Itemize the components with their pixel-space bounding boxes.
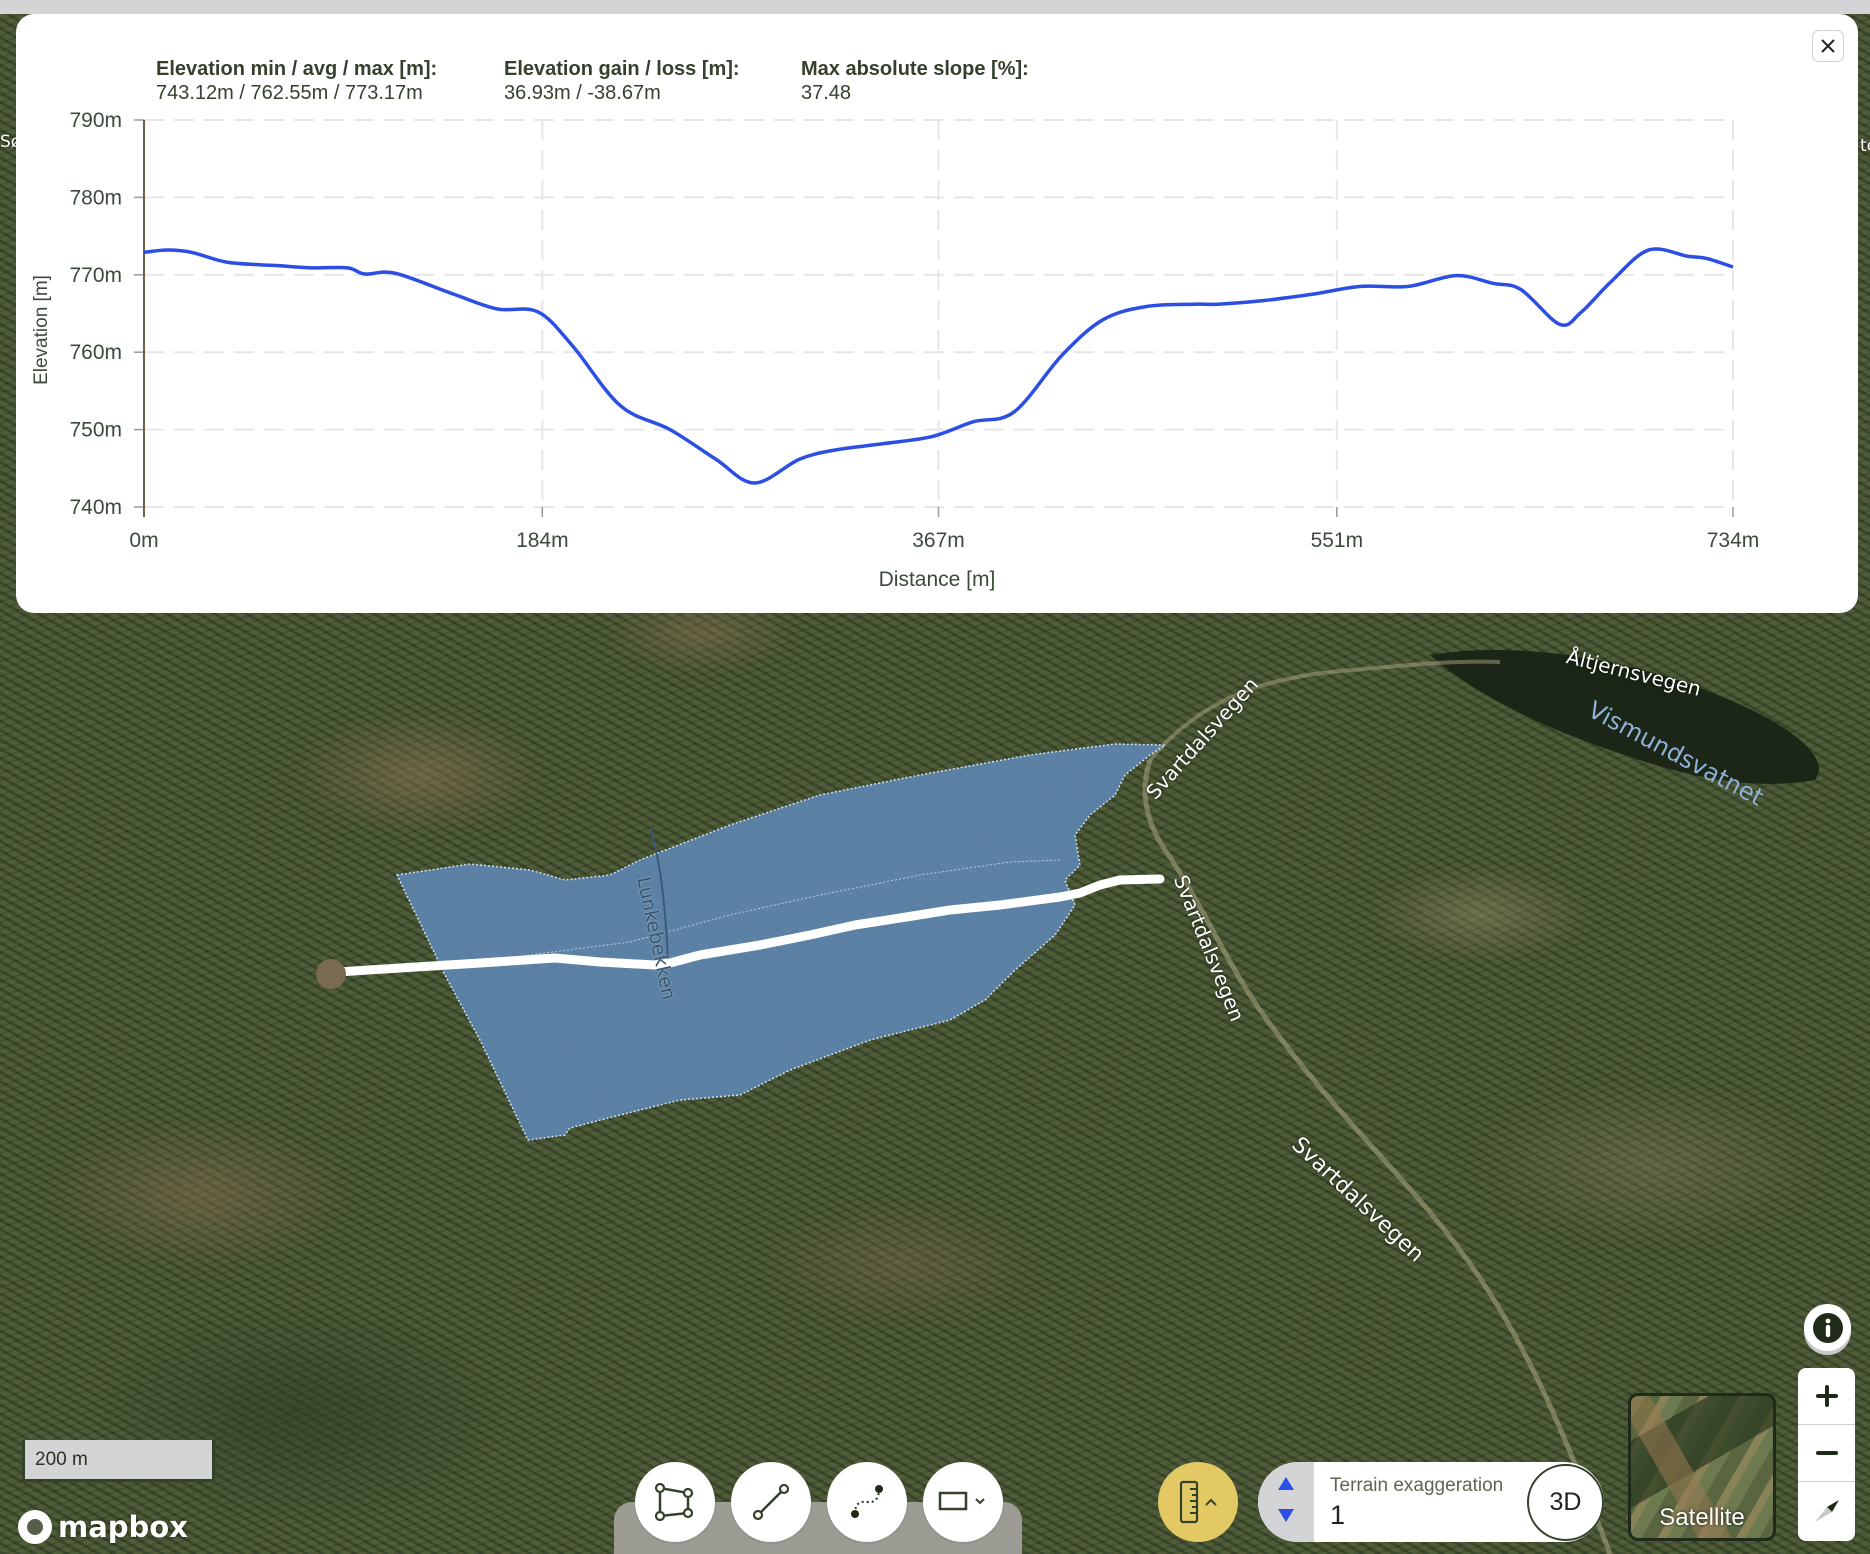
x-tick-label: 184m xyxy=(516,529,569,552)
measure-tool-button[interactable] xyxy=(1158,1462,1238,1542)
compass-icon xyxy=(1814,1499,1839,1522)
road-svartdalsvegen xyxy=(1142,759,1613,1554)
y-tick-label: 740m xyxy=(69,496,122,519)
rectangle-tool-button[interactable] xyxy=(923,1462,1003,1542)
increment-button[interactable] xyxy=(1278,1477,1294,1495)
path-tool-button[interactable] xyxy=(827,1462,907,1542)
triangle-up-icon xyxy=(1278,1477,1294,1490)
x-tick-label: 551m xyxy=(1311,529,1364,552)
navigation-control xyxy=(1798,1368,1855,1541)
chevron-down-icon xyxy=(975,1498,985,1505)
rectangle-icon xyxy=(938,1491,985,1511)
ruler-icon xyxy=(1179,1480,1199,1524)
triangle-down-icon xyxy=(1278,1509,1294,1522)
x-tick-label: 0m xyxy=(129,529,158,552)
mapbox-logo-text: mapbox xyxy=(58,1510,188,1544)
x-tick-label: 367m xyxy=(912,529,965,552)
path-icon xyxy=(851,1485,883,1518)
info-button[interactable] xyxy=(1804,1304,1851,1351)
compass-button[interactable] xyxy=(1798,1482,1855,1539)
basemap-switcher[interactable]: Satellite xyxy=(1628,1393,1776,1541)
mapbox-logo[interactable]: mapbox xyxy=(18,1510,188,1544)
polygon-tool-button[interactable] xyxy=(635,1462,715,1542)
label-edge-right: te xyxy=(1860,136,1870,156)
info-icon xyxy=(1812,1312,1843,1343)
y-tick-label: 750m xyxy=(69,419,122,442)
scale-bar: 200 m xyxy=(22,1440,215,1482)
y-tick-label: 760m xyxy=(69,341,122,364)
zoom-out-button[interactable] xyxy=(1798,1425,1855,1482)
polygon-icon xyxy=(654,1483,694,1521)
mapbox-logo-icon xyxy=(18,1510,52,1544)
route-start-point[interactable] xyxy=(316,959,346,989)
elevation-profile-panel: Elevation min / avg / max [m]: 743.12m /… xyxy=(16,14,1858,613)
y-tick-label: 780m xyxy=(69,186,122,209)
line-icon xyxy=(752,1483,790,1521)
x-tick-label: 734m xyxy=(1707,529,1760,552)
y-tick-label: 770m xyxy=(69,264,122,287)
scale-bar-label: 200 m xyxy=(35,1448,88,1470)
minus-icon xyxy=(1815,1451,1838,1455)
y-tick-label: 790m xyxy=(69,109,122,132)
basemap-label: Satellite xyxy=(1659,1504,1745,1531)
y-axis-title: Elevation [m] xyxy=(31,275,52,385)
x-axis-title: Distance [m] xyxy=(879,568,996,591)
plus-icon xyxy=(1815,1385,1838,1407)
chevron-up-icon xyxy=(1205,1498,1217,1506)
terrain-exaggeration-input[interactable]: 1 xyxy=(1330,1500,1345,1531)
line-tool-button[interactable] xyxy=(731,1462,811,1542)
terrain-spinner xyxy=(1258,1462,1314,1542)
zoom-in-button[interactable] xyxy=(1798,1368,1855,1425)
decrement-button[interactable] xyxy=(1278,1509,1294,1527)
toggle-3d-button[interactable]: 3D xyxy=(1527,1464,1604,1541)
terrain-exaggeration-label: Terrain exaggeration xyxy=(1330,1475,1504,1496)
elevation-chart: 740m 750m 760m 770m 780m 790m 0m 184m 367m 551m 73… xyxy=(31,109,1760,591)
